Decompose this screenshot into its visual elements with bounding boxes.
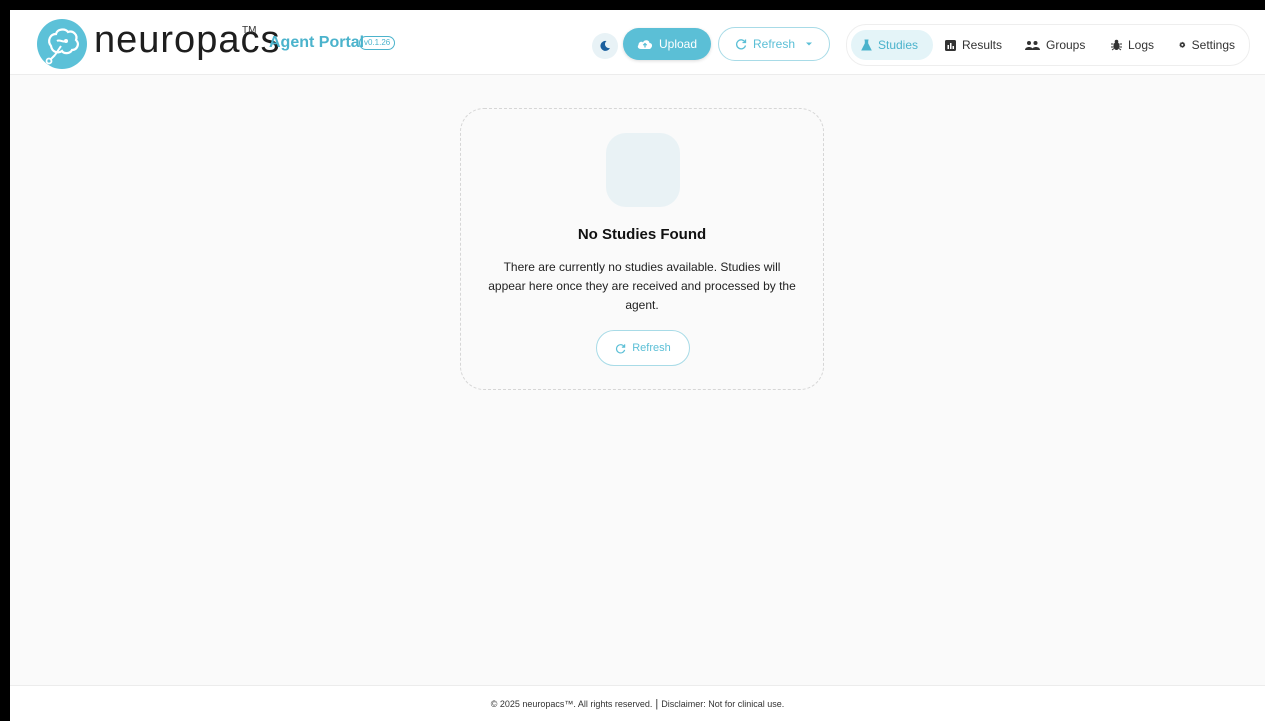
empty-state-refresh-label: Refresh <box>632 342 671 354</box>
footer-separator: | <box>655 698 659 710</box>
refresh-menu-button[interactable]: Refresh <box>718 27 830 61</box>
top-header: neuropacs TM Agent Portal v0.1.26 Upload… <box>10 10 1265 75</box>
version-badge: v0.1.26 <box>359 36 396 50</box>
nav-studies[interactable]: Studies <box>851 30 933 60</box>
nav-results-label: Results <box>962 38 1003 52</box>
empty-state-message: There are currently no studies available… <box>488 260 796 312</box>
chart-icon <box>945 39 956 51</box>
portal-title: Agent Portal <box>269 34 365 51</box>
app-window: neuropacs TM Agent Portal v0.1.26 Upload… <box>10 10 1265 721</box>
empty-state-title: No Studies Found <box>577 226 707 243</box>
refresh-label: Refresh <box>752 37 796 51</box>
bug-icon <box>1111 39 1122 51</box>
empty-state-card: No Studies Found There are currently no … <box>460 108 824 390</box>
caret-down-icon <box>806 42 813 46</box>
brain-logo-icon <box>37 19 87 69</box>
nav-logs[interactable]: Logs <box>1101 30 1167 60</box>
nav-logs-label: Logs <box>1128 38 1155 52</box>
flask-icon <box>861 39 872 51</box>
main-nav: Studies Results Groups Logs Settings <box>846 24 1250 66</box>
nav-results[interactable]: Results <box>935 30 1013 60</box>
moon-icon <box>600 40 610 51</box>
nav-groups-label: Groups <box>1046 38 1086 52</box>
refresh-icon <box>616 343 626 353</box>
upload-button[interactable]: Upload <box>623 28 711 60</box>
cloud-upload-icon <box>637 40 653 49</box>
upload-label: Upload <box>658 37 698 51</box>
nav-settings[interactable]: Settings <box>1169 30 1245 60</box>
empty-state-refresh-button[interactable]: Refresh <box>596 330 690 366</box>
footer-disclaimer: Disclaimer: Not for clinical use. <box>661 699 785 709</box>
group-icon <box>1025 40 1040 50</box>
gear-icon <box>1179 41 1186 48</box>
trademark-symbol: TM <box>242 25 257 36</box>
footer-copyright: © 2025 neuropacs™. All rights reserved. <box>490 699 653 709</box>
nav-studies-label: Studies <box>878 38 919 52</box>
nav-settings-label: Settings <box>1191 38 1235 52</box>
nav-groups[interactable]: Groups <box>1015 30 1099 60</box>
empty-state-placeholder-icon <box>606 133 680 207</box>
refresh-icon <box>736 39 747 50</box>
theme-toggle-button[interactable] <box>592 33 618 59</box>
footer: © 2025 neuropacs™. All rights reserved. … <box>10 685 1265 721</box>
